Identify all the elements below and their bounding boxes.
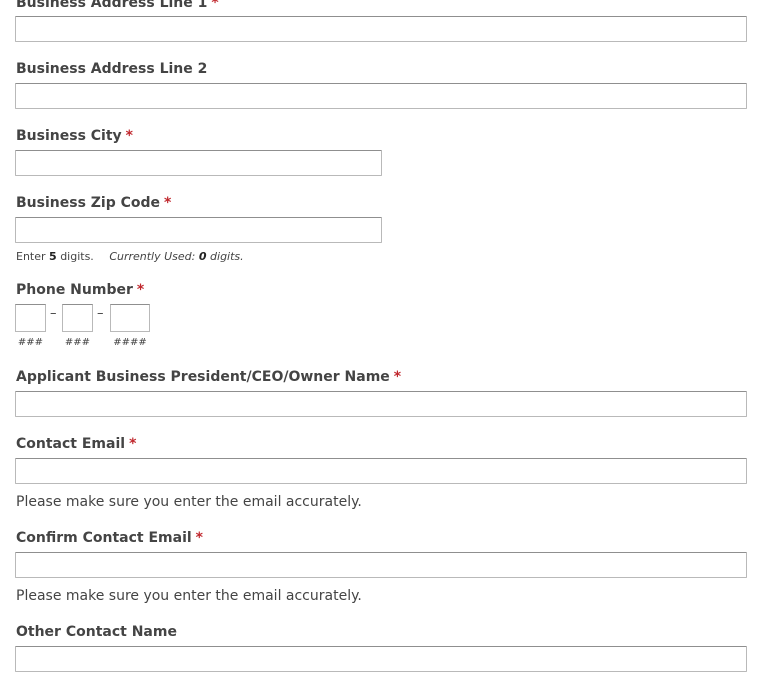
phone-area-code-input[interactable] <box>15 304 46 332</box>
zip-hint-used-count: 0 <box>198 250 207 263</box>
other-contact-label-text: Other Contact Name <box>16 624 177 640</box>
confirm-email-input[interactable] <box>15 552 747 578</box>
address-line-1-input[interactable] <box>15 16 747 42</box>
confirm-email-label: Confirm Contact Email * <box>16 529 203 547</box>
zip-code-hint: Enter 5 digits. Currently Used: 0 digits… <box>16 250 244 264</box>
zip-code-label-text: Business Zip Code <box>16 195 161 211</box>
contact-email-note: Please make sure you enter the email acc… <box>16 494 362 510</box>
phone-separator: – <box>97 306 104 321</box>
confirm-email-note: Please make sure you enter the email acc… <box>16 588 362 604</box>
required-marker: * <box>125 128 133 144</box>
required-marker: * <box>136 282 145 298</box>
phone-prefix-input[interactable] <box>62 304 93 332</box>
owner-name-label: Applicant Business President/CEO/Owner N… <box>16 368 401 386</box>
address-line-2-input[interactable] <box>15 83 747 109</box>
contact-email-label-text: Contact Email <box>16 436 126 452</box>
required-marker: * <box>393 369 402 385</box>
zip-code-input[interactable] <box>15 217 382 243</box>
phone-label: Phone Number * <box>16 281 144 299</box>
required-marker: * <box>211 0 219 11</box>
zip-hint-used-prefix: Currently Used: <box>109 250 196 263</box>
phone-line-number-input[interactable] <box>110 304 150 332</box>
phone-label-text: Phone Number <box>16 282 133 298</box>
zip-hint-used-suffix: digits. <box>210 250 244 263</box>
address-line-2-label: Business Address Line 2 <box>16 60 207 78</box>
other-contact-input[interactable] <box>15 646 747 672</box>
required-marker: * <box>195 530 203 546</box>
phone-separator: – <box>50 306 57 321</box>
phone-prefix-hint: ### <box>64 337 91 348</box>
contact-email-input[interactable] <box>15 458 747 484</box>
city-label-text: Business City <box>16 128 122 144</box>
phone-area-code-hint: ### <box>17 337 44 348</box>
phone-line-number-hint: #### <box>113 337 147 348</box>
owner-name-label-text: Applicant Business President/CEO/Owner N… <box>16 369 390 385</box>
city-label: Business City * <box>16 127 133 145</box>
address-line-1-label-text: Business Address Line 1 <box>16 0 208 11</box>
required-marker: * <box>164 195 172 211</box>
zip-hint-digits-word: digits. <box>60 250 94 263</box>
address-line-1-label: Business Address Line 1 * <box>16 0 219 12</box>
owner-name-input[interactable] <box>15 391 747 417</box>
other-contact-label: Other Contact Name <box>16 623 177 641</box>
zip-hint-required-digits: 5 <box>49 250 57 263</box>
address-line-2-label-text: Business Address Line 2 <box>16 61 208 77</box>
contact-email-label: Contact Email * <box>16 435 136 453</box>
zip-hint-enter: Enter <box>16 250 46 263</box>
city-input[interactable] <box>15 150 382 176</box>
zip-hint-used: Currently Used: 0 digits. <box>109 250 243 263</box>
confirm-email-label-text: Confirm Contact Email <box>16 530 192 546</box>
required-marker: * <box>129 436 137 452</box>
zip-code-label: Business Zip Code * <box>16 194 171 212</box>
